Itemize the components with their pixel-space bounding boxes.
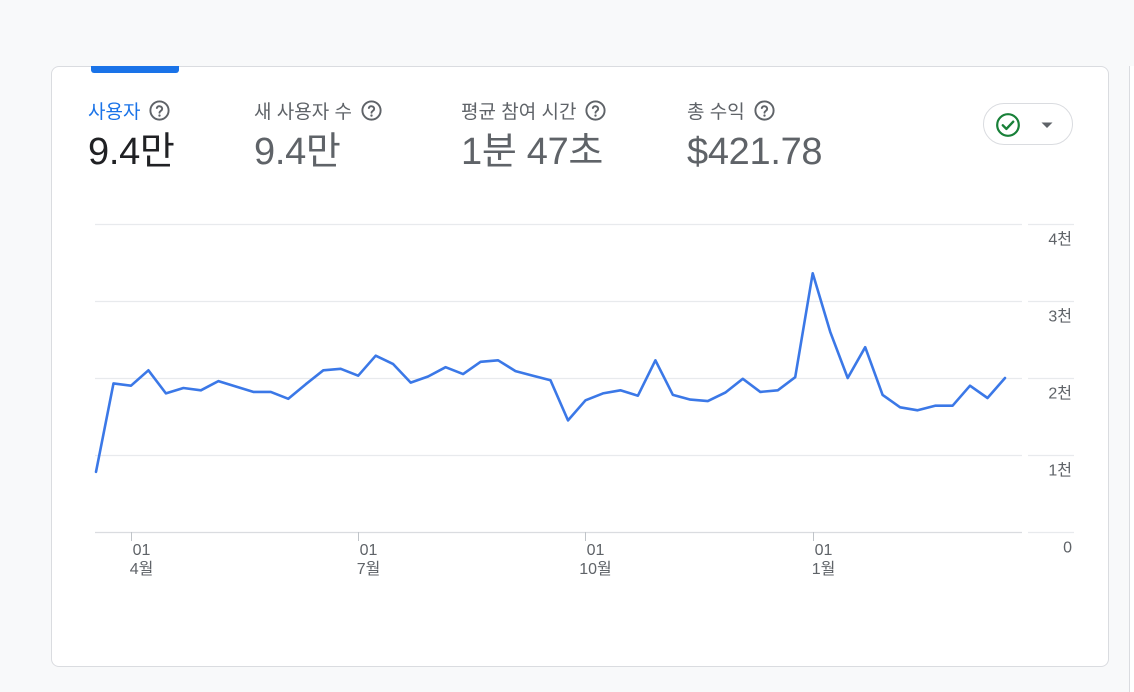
data-point[interactable]	[388, 359, 398, 369]
data-point[interactable]	[633, 391, 643, 401]
y-tick-label: 2천	[1048, 385, 1072, 403]
y-tick-label: 4천	[1048, 231, 1072, 249]
y-axis: 0 1천 2천 3천 4천	[1048, 231, 1072, 557]
x-tick-day: 01	[360, 542, 378, 559]
data-point[interactable]	[196, 385, 206, 395]
series-line	[94, 271, 1007, 474]
data-point[interactable]	[161, 388, 171, 398]
data-point[interactable]	[458, 369, 468, 379]
x-tick-day: 01	[587, 542, 605, 559]
data-point[interactable]	[546, 375, 556, 385]
series-layer	[91, 268, 1010, 477]
data-point[interactable]	[755, 387, 765, 397]
line-chart: 01천2천3천4천 014월017월0110월011월	[91, 223, 1074, 578]
data-point[interactable]	[283, 394, 293, 404]
data-point[interactable]	[213, 376, 223, 386]
data-point[interactable]	[773, 385, 783, 395]
data-point[interactable]	[109, 378, 119, 388]
data-point[interactable]	[930, 401, 940, 411]
x-axis: 014월017월0110월011월	[130, 532, 836, 578]
x-tick-month: 4월	[130, 560, 154, 578]
data-point[interactable]	[143, 365, 153, 375]
data-point[interactable]	[441, 362, 451, 372]
x-tick-month: 10월	[579, 560, 612, 578]
data-point[interactable]	[511, 366, 521, 376]
data-point[interactable]	[808, 268, 818, 278]
data-point[interactable]	[878, 390, 888, 400]
data-point[interactable]	[371, 351, 381, 361]
data-point[interactable]	[825, 327, 835, 337]
data-point[interactable]	[178, 383, 188, 393]
data-point[interactable]	[983, 393, 993, 403]
data-point[interactable]	[965, 381, 975, 391]
data-point[interactable]	[790, 372, 800, 382]
data-point[interactable]	[406, 378, 416, 388]
data-point[interactable]	[685, 395, 695, 405]
data-point[interactable]	[353, 371, 363, 381]
data-point[interactable]	[91, 467, 101, 477]
data-point[interactable]	[720, 388, 730, 398]
y-tick-label: 1천	[1048, 462, 1072, 480]
data-point[interactable]	[476, 357, 486, 367]
data-point[interactable]	[895, 402, 905, 412]
data-point[interactable]	[318, 365, 328, 375]
y-tick-label: 3천	[1048, 308, 1072, 326]
data-point[interactable]	[738, 374, 748, 384]
data-point[interactable]	[581, 395, 591, 405]
data-point[interactable]	[423, 372, 433, 382]
data-point[interactable]	[248, 387, 258, 397]
data-point[interactable]	[843, 373, 853, 383]
data-point[interactable]	[598, 388, 608, 398]
data-point[interactable]	[528, 371, 538, 381]
data-point[interactable]	[860, 342, 870, 352]
data-point[interactable]	[301, 379, 311, 389]
data-point[interactable]	[493, 355, 503, 365]
data-point[interactable]	[948, 401, 958, 411]
data-point[interactable]	[126, 381, 136, 391]
data-point[interactable]	[266, 387, 276, 397]
data-point[interactable]	[668, 390, 678, 400]
y-tick-label: 0	[1063, 540, 1072, 557]
x-tick-day: 01	[133, 542, 151, 559]
data-point[interactable]	[615, 385, 625, 395]
data-point[interactable]	[336, 364, 346, 374]
x-tick-month: 7월	[357, 560, 381, 578]
data-point[interactable]	[650, 355, 660, 365]
x-tick-month: 1월	[812, 560, 836, 578]
data-point[interactable]	[231, 382, 241, 392]
data-point[interactable]	[563, 415, 573, 425]
grid-lines	[95, 223, 1074, 534]
x-tick-day: 01	[815, 542, 833, 559]
data-point[interactable]	[1000, 373, 1010, 383]
data-point[interactable]	[703, 396, 713, 406]
data-point[interactable]	[913, 405, 923, 415]
